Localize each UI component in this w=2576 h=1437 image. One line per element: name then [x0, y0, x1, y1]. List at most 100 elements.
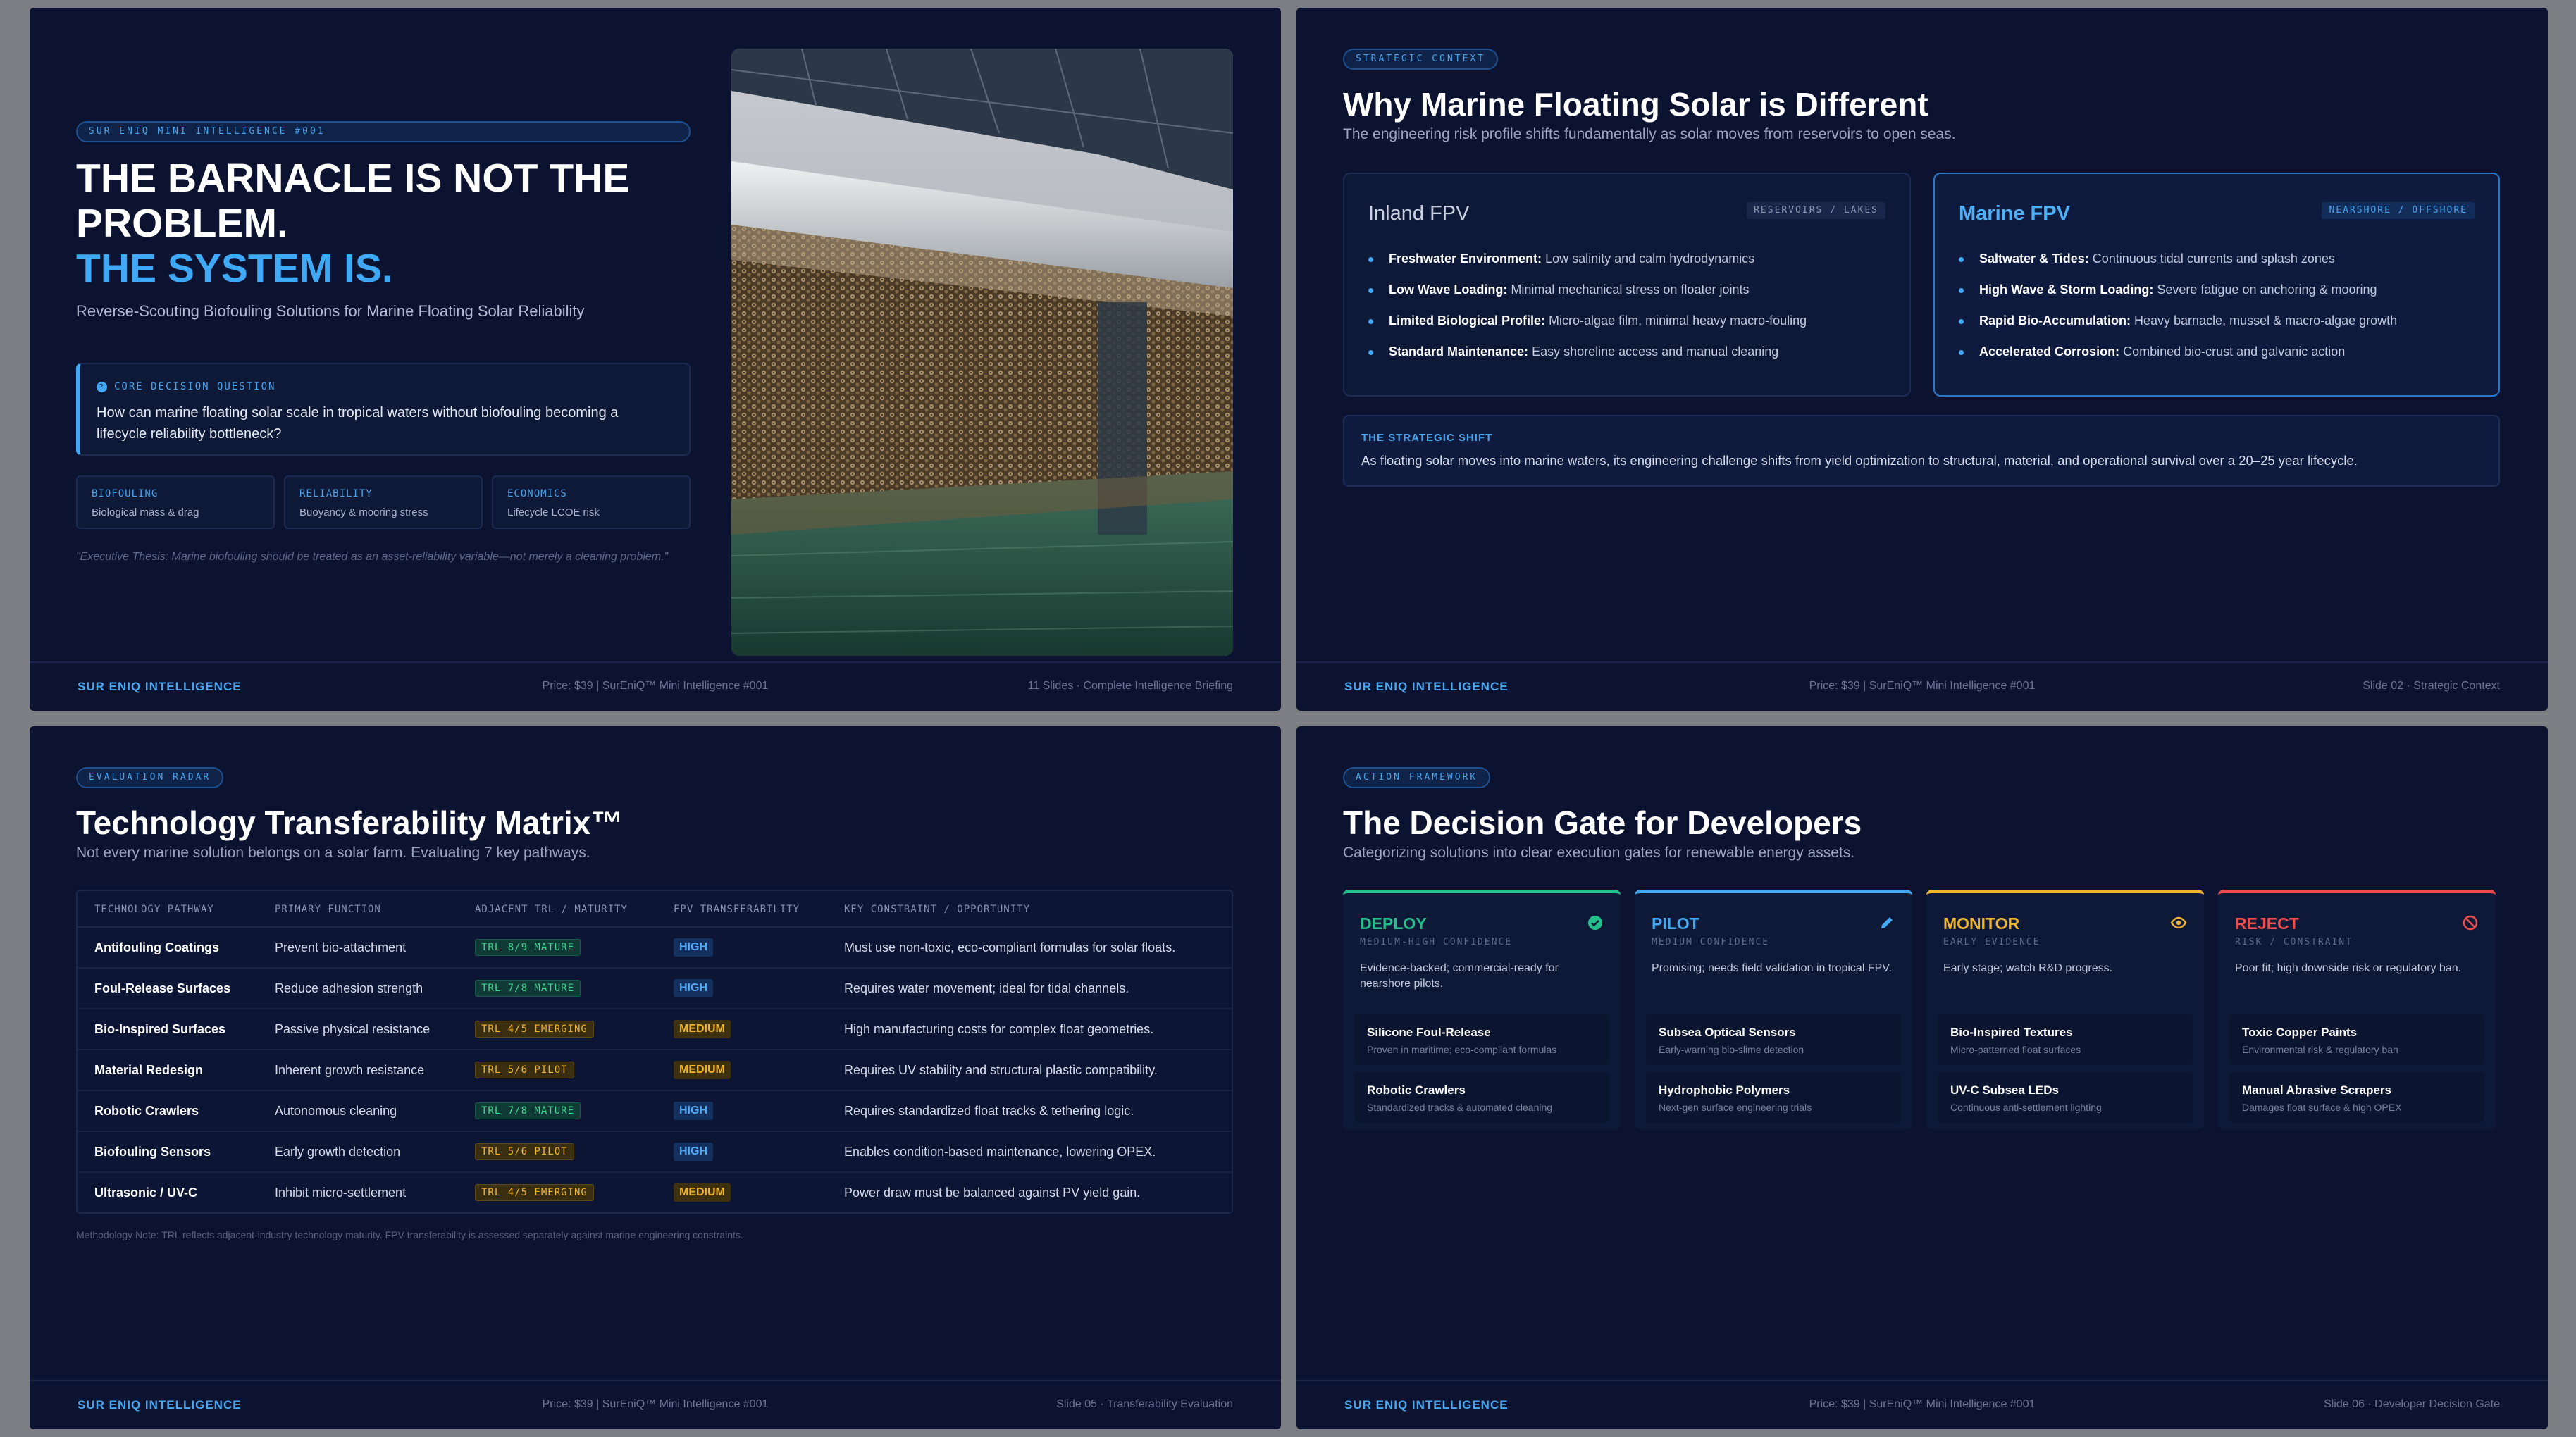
section-tag: ACTION FRAMEWORK [1343, 767, 1491, 788]
cell-trl-badge: TRL 5/6 PILOT [475, 1143, 574, 1160]
gate-item-desc: Proven in maritime; eco-compliant formul… [1367, 1044, 1557, 1055]
slide-footer: SUR ENIQ INTELLIGENCE Price: $39 | SurEn… [1296, 661, 2548, 711]
gate-item-title: Subsea Optical Sensors [1659, 1026, 1796, 1039]
gate-title: REJECT [2235, 914, 2299, 933]
methodology-note: Methodology Note: TRL reflects adjacent-… [76, 1229, 743, 1240]
cell-trl-badge: TRL 8/9 MATURE [475, 939, 581, 956]
gate-confidence: EARLY EVIDENCE [1943, 937, 2041, 947]
footer-price: Price: $39 | SurEniQ™ Mini Intelligence … [1809, 680, 2036, 692]
cell-function: Autonomous cleaning [275, 1104, 397, 1118]
slide-title: The Decision Gate for Developers [1343, 804, 1862, 841]
gate-item-desc: Damages float surface & high OPEX [2242, 1102, 2402, 1113]
table-row: Foul-Release Surfaces Reduce adhesion str… [78, 969, 1232, 1009]
table-row: Biofouling Sensors Early growth detection… [78, 1132, 1232, 1173]
headline-line-3: THE SYSTEM IS. [76, 246, 393, 291]
chip-reliability: RELIABILITY Buoyancy & mooring stress [284, 475, 483, 529]
core-question-label: ? CORE DECISION QUESTION [97, 381, 275, 392]
cover-tagline: Reverse-Scouting Biofouling Solutions fo… [76, 302, 585, 320]
strategic-shift-text: As floating solar moves into marine wate… [1361, 453, 2358, 468]
cell-trl-badge: TRL 7/8 MATURE [475, 1102, 581, 1119]
headline-line-1: THE BARNACLE IS NOT THE [76, 156, 630, 201]
cell-pathway: Robotic Crawlers [94, 1104, 199, 1118]
slide-strategic-context[interactable]: STRATEGIC CONTEXT Why Marine Floating So… [1296, 8, 2548, 711]
cell-constraint: Requires water movement; ideal for tidal… [844, 981, 1129, 995]
gate-item-desc: Environmental risk & regulatory ban [2242, 1044, 2398, 1055]
gate-confidence: MEDIUM CONFIDENCE [1652, 937, 1770, 947]
gate-card-deploy: DEPLOY MEDIUM-HIGH CONFIDENCE Evidence-bac… [1343, 890, 1621, 1129]
gate-description: Evidence-backed; commercial-ready for ne… [1360, 962, 1559, 990]
report-tag: SUR ENIQ MINI INTELLIGENCE #001 [76, 121, 691, 142]
gate-item-title: Bio-Inspired Textures [1950, 1026, 2073, 1039]
list-item: Saltwater & Tides: Continuous tidal curr… [1959, 251, 2397, 282]
table-row: Antifouling Coatings Prevent bio-attachme… [78, 928, 1232, 969]
chip-desc: Biological mass & drag [92, 506, 199, 518]
table-row: Robotic Crawlers Autonomous cleaning TRL 7… [78, 1091, 1232, 1132]
footer-slide-info: Slide 05 · Transferability Evaluation [1056, 1398, 1233, 1410]
headline-line-2: PROBLEM. [76, 201, 288, 246]
table-row: Bio-Inspired Surfaces Passive physical re… [78, 1009, 1232, 1050]
list-item: Freshwater Environment: Low salinity and… [1368, 251, 1807, 282]
card-title: Marine FPV [1959, 202, 2070, 225]
transferability-table: TECHNOLOGY PATHWAY PRIMARY FUNCTION ADJA… [76, 890, 1233, 1214]
question-label-text: CORE DECISION QUESTION [114, 381, 276, 392]
column-header: FPV TRANSFERABILITY [674, 904, 800, 915]
inland-fpv-card: Inland FPV RESERVOIRS / LAKES Freshwater… [1343, 173, 1911, 397]
cell-function: Early growth detection [275, 1145, 401, 1159]
footer-slide-info: Slide 02 · Strategic Context [2363, 680, 2500, 692]
list-item: Limited Biological Profile: Micro-algae … [1368, 313, 1807, 344]
cell-constraint: High manufacturing costs for complex flo… [844, 1022, 1154, 1036]
cell-trl-badge: TRL 4/5 EMERGING [475, 1021, 594, 1038]
cell-pathway: Biofouling Sensors [94, 1145, 211, 1159]
cell-trl-badge: TRL 7/8 MATURE [475, 980, 581, 997]
chip-desc: Lifecycle LCOE risk [507, 506, 600, 518]
strategic-shift-label: THE STRATEGIC SHIFT [1361, 432, 1493, 444]
chip-economics: ECONOMICS Lifecycle LCOE risk [492, 475, 691, 529]
slide-title: Technology Transferability Matrix™ [76, 804, 624, 841]
slide-transferability-matrix[interactable]: EVALUATION RADAR Technology Transferabil… [30, 726, 1281, 1429]
gate-card-monitor: MONITOR EARLY EVIDENCE Early stage; watch … [1926, 890, 2204, 1129]
list-item: High Wave & Storm Loading: Severe fatigu… [1959, 282, 2397, 313]
gate-description: Promising; needs field validation in tro… [1652, 962, 1892, 974]
gate-description: Poor fit; high downside risk or regulato… [2235, 962, 2462, 974]
bullet-icon [1368, 287, 1373, 293]
cover-headline: THE BARNACLE IS NOT THE PROBLEM. THE SYS… [76, 156, 710, 291]
slide-title: Why Marine Floating Solar is Different [1343, 86, 1928, 123]
section-tag: EVALUATION RADAR [76, 767, 224, 788]
pencil-icon [1878, 914, 1895, 931]
cell-constraint: Requires standardized float tracks & tet… [844, 1104, 1134, 1118]
cell-pathway: Antifouling Coatings [94, 940, 219, 954]
ban-icon [2462, 914, 2479, 931]
cell-transfer-badge: MEDIUM [674, 1020, 731, 1038]
gate-card-pilot: PILOT MEDIUM CONFIDENCE Promising; needs f… [1635, 890, 1912, 1129]
gate-card-reject: REJECT RISK / CONSTRAINT Poor fit; high do… [2218, 890, 2496, 1129]
column-header: ADJACENT TRL / MATURITY [475, 904, 628, 915]
cell-pathway: Foul-Release Surfaces [94, 981, 231, 995]
executive-thesis: "Executive Thesis: Marine biofouling sho… [76, 551, 669, 563]
chip-title: BIOFOULING [92, 488, 159, 499]
gate-item: Subsea Optical Sensors Early-warning bio-… [1646, 1014, 1901, 1065]
gate-item-title: UV-C Subsea LEDs [1950, 1083, 2059, 1097]
cell-transfer-badge: MEDIUM [674, 1183, 731, 1202]
cell-constraint: Must use non-toxic, eco-compliant formul… [844, 940, 1176, 954]
check-circle-icon [1587, 914, 1604, 931]
bullet-icon [1368, 349, 1373, 355]
cell-function: Reduce adhesion strength [275, 981, 423, 995]
gate-item-desc: Micro-patterned float surfaces [1950, 1044, 2081, 1055]
list-item: Rapid Bio-Accumulation: Heavy barnacle, … [1959, 313, 2397, 344]
slide-footer: SUR ENIQ INTELLIGENCE Price: $39 | SurEn… [30, 661, 1281, 711]
gate-item-title: Toxic Copper Paints [2242, 1026, 2358, 1039]
gate-item: Manual Abrasive Scrapers Damages float su… [2229, 1072, 2484, 1123]
gate-title: MONITOR [1943, 914, 2020, 933]
slide-decision-gate[interactable]: ACTION FRAMEWORK The Decision Gate for D… [1296, 726, 2548, 1429]
cell-function: Passive physical resistance [275, 1022, 431, 1036]
footer-slide-info: 11 Slides · Complete Intelligence Briefi… [1027, 680, 1233, 692]
question-icon: ? [97, 381, 107, 392]
cell-constraint: Enables condition-based maintenance, low… [844, 1145, 1156, 1159]
core-question-text: How can marine floating solar scale in t… [97, 405, 619, 442]
bullet-icon [1368, 256, 1373, 262]
slide-subtitle: Not every marine solution belongs on a s… [76, 845, 590, 861]
cell-pathway: Material Redesign [94, 1063, 204, 1077]
slide-cover[interactable]: SUR ENIQ MINI INTELLIGENCE #001 THE BARN… [30, 8, 1281, 711]
slide-footer: SUR ENIQ INTELLIGENCE Price: $39 | SurEn… [30, 1380, 1281, 1429]
marine-list: Saltwater & Tides: Continuous tidal curr… [1959, 251, 2397, 375]
